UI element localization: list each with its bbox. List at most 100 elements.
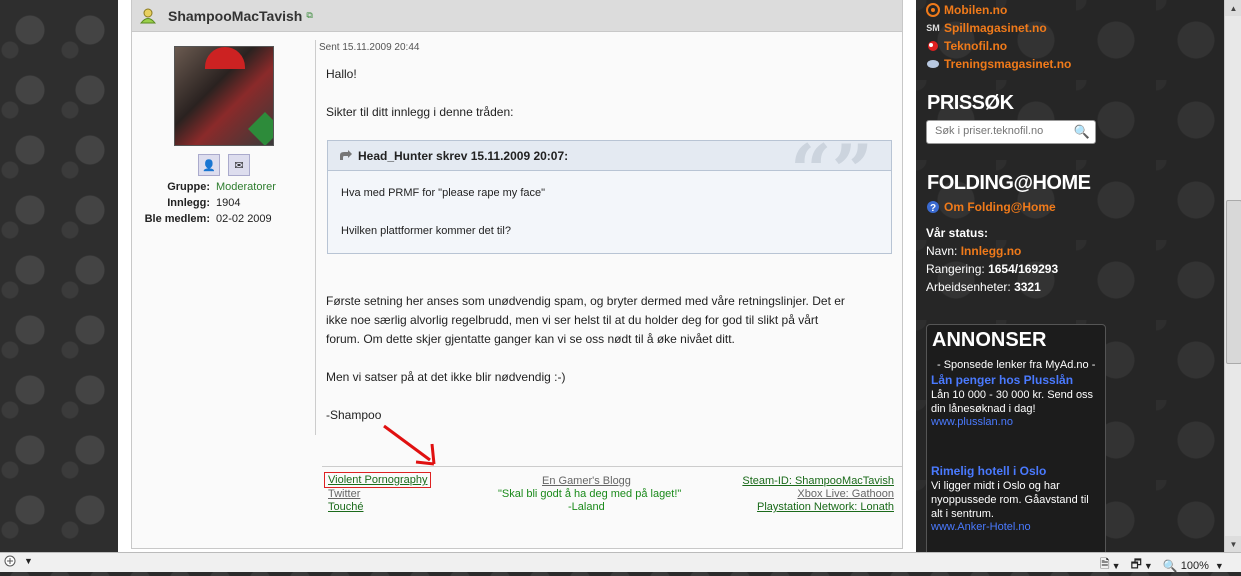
spillmagasinet-icon: SM <box>926 23 940 33</box>
help-icon: ? <box>926 201 940 214</box>
post-header: ShampooMacTavish ⧉ <box>132 0 902 32</box>
prissok-heading: PRISSØK <box>927 92 1014 114</box>
price-search-input[interactable] <box>927 121 1075 141</box>
profile-value-joined: 02-02 2009 <box>216 213 272 225</box>
status-name-value[interactable]: Innlegg.no <box>961 244 1022 258</box>
site-link-mobilen[interactable]: Mobilen.no <box>926 3 1007 17</box>
ad-title[interactable]: Lån penger hos Plusslån <box>931 373 1073 387</box>
status-heading: Vår status: <box>926 226 988 240</box>
compat-view-icon[interactable]: 🗗 <box>1131 555 1142 576</box>
post-paragraph: forum. Om dette skjer gjentatte ganger k… <box>326 332 735 346</box>
scroll-down-icon[interactable]: ▼ <box>1225 536 1241 552</box>
user-profile-panel: 👤 ✉ Gruppe: Moderatorer Innlegg: 1904 Bl… <box>132 32 314 432</box>
post-intro: Sikter til ditt innlegg i denne tråden: <box>326 105 514 119</box>
profile-value-group[interactable]: Moderatorer <box>216 181 276 193</box>
treningsmagasinet-icon <box>926 58 940 70</box>
sent-timestamp: Sent 15.11.2009 20:44 <box>319 42 420 53</box>
signature-link[interactable]: Touché <box>328 501 363 513</box>
send-message-icon[interactable]: ✉ <box>228 154 250 176</box>
quote-mark-icon: “” <box>790 128 873 213</box>
folding-about-label[interactable]: Om Folding@Home <box>944 200 1056 214</box>
avatar[interactable] <box>174 46 274 146</box>
zoom-icon[interactable]: 🔍 <box>1163 559 1178 573</box>
main-content: ShampooMacTavish ⧉ 👤 ✉ Gruppe: Moderator… <box>118 0 916 552</box>
svg-text:?: ? <box>930 203 936 214</box>
status-rank-row: Rangering: 1654/169293 <box>926 262 1058 276</box>
folding-about-link[interactable]: ? Om Folding@Home <box>926 200 1056 214</box>
user-icon <box>140 8 156 23</box>
chevron-down-icon[interactable]: ▼ <box>1112 561 1121 571</box>
signature-link[interactable]: En Gamer's Blogg <box>542 475 631 487</box>
chevron-down-icon[interactable]: ▼ <box>1215 561 1224 571</box>
mobilen-icon <box>926 3 940 17</box>
chevron-down-icon[interactable]: ▼ <box>24 556 33 566</box>
folding-heading: FOLDING@HOME <box>927 172 1091 194</box>
site-link-teknofil[interactable]: Teknofil.no <box>926 39 1007 53</box>
site-link-label[interactable]: Mobilen.no <box>944 3 1007 17</box>
ads-heading: ANNONSER <box>932 329 1047 351</box>
status-units-value: 3321 <box>1014 280 1041 294</box>
red-arrow-annotation <box>383 424 436 466</box>
quote-header: Head_Hunter skrev 15.11.2009 20:07: “” <box>328 135 891 207</box>
price-search-box: 🔍 <box>926 120 1096 144</box>
status-rank-label: Rangering: <box>926 262 985 276</box>
post-username[interactable]: ShampooMacTavish <box>168 8 302 24</box>
signature-link[interactable]: Steam-ID: ShampooMacTavish <box>742 475 894 487</box>
profile-label: Gruppe: <box>167 181 210 193</box>
ad-description: Vi ligger midt i Oslo og har nyoppussede… <box>931 480 1089 520</box>
search-icon[interactable]: 🔍 <box>1074 124 1090 140</box>
post-paragraph: Men vi satser på at det ikke blir nødven… <box>326 370 566 384</box>
quote-author: Head_Hunter skrev 15.11.2009 20:07: <box>358 148 569 163</box>
private-message-post: ShampooMacTavish ⧉ 👤 ✉ Gruppe: Moderator… <box>131 0 903 549</box>
chevron-down-icon[interactable]: ▼ <box>1144 561 1153 571</box>
teknofil-icon <box>926 40 940 52</box>
post-signoff: -Shampoo <box>326 408 382 422</box>
site-link-label[interactable]: Treningsmagasinet.no <box>944 57 1071 71</box>
quote-line: Hva med PRMF for "please rape my face" <box>341 187 546 199</box>
profile-label: Ble medlem: <box>144 213 210 225</box>
page-tools-icon[interactable]: 🗎 <box>1100 555 1110 576</box>
quote-block: Head_Hunter skrev 15.11.2009 20:07: “” H… <box>327 135 892 254</box>
status-bar: ▼ 🗎 ▼ 🗗 ▼ 🔍 100% ▼ <box>0 552 1241 573</box>
ad-description: Lån 10 000 - 30 000 kr. Send oss din lån… <box>931 389 1094 415</box>
status-left-controls[interactable]: ▼ <box>4 555 33 567</box>
signature-quote: "Skal bli godt å ha deg med på laget!" <box>498 488 682 500</box>
scroll-thumb[interactable] <box>1226 200 1241 364</box>
post-greeting: Hallo! <box>326 67 357 81</box>
zoom-level[interactable]: 100% <box>1181 560 1209 572</box>
site-link-label[interactable]: Spillmagasinet.no <box>944 21 1047 35</box>
status-right-controls: 🗎 ▼ 🗗 ▼ 🔍 100% ▼ <box>1100 555 1224 576</box>
scroll-up-icon[interactable]: ▲ <box>1225 0 1241 16</box>
signature-quote-author: -Laland <box>568 501 605 513</box>
signature-link[interactable]: Twitter <box>328 488 360 500</box>
status-name-row: Navn: Innlegg.no <box>926 244 1021 258</box>
ad-url[interactable]: www.plusslan.no <box>931 416 1013 428</box>
status-name-label: Navn: <box>926 244 958 258</box>
add-friend-icon[interactable]: 👤 <box>198 154 220 176</box>
ad-url[interactable]: www.Anker-Hotel.no <box>931 521 1031 533</box>
signature-divider <box>322 466 902 467</box>
profile-value-posts: 1904 <box>216 197 241 209</box>
post-divider <box>315 40 316 435</box>
status-title: Vår status: <box>926 226 989 240</box>
status-units-label: Arbeidsenheter: <box>926 280 1011 294</box>
status-rank-value: 1654/169293 <box>988 262 1059 276</box>
signature-link[interactable]: Xbox Live: Gathoon <box>797 488 894 500</box>
security-status-icon[interactable] <box>4 555 16 567</box>
site-link-treningsmagasinet[interactable]: Treningsmagasinet.no <box>926 57 1071 71</box>
external-link-icon[interactable]: ⧉ <box>306 10 312 21</box>
profile-label: Innlegg: <box>167 197 210 209</box>
signature-link[interactable]: Playstation Network: Lonath <box>757 501 894 513</box>
ads-sponsor: - Sponsede lenker fra MyAd.no - <box>937 359 1096 371</box>
post-paragraph: ikke noe særlig alvorlig regelbrudd, men… <box>326 313 819 327</box>
highlight-box[interactable]: Violent Pornography <box>324 472 432 488</box>
sidebar: Mobilen.no SM Spillmagasinet.no Teknofil… <box>916 0 1224 566</box>
signature-link[interactable]: Violent Pornography <box>324 472 432 488</box>
site-link-label[interactable]: Teknofil.no <box>944 39 1007 53</box>
vertical-scrollbar[interactable]: ▲ ▼ <box>1224 0 1241 552</box>
quote-arrow-icon <box>340 149 352 160</box>
ad-title[interactable]: Rimelig hotell i Oslo <box>931 464 1046 478</box>
site-link-spillmagasinet[interactable]: SM Spillmagasinet.no <box>926 21 1047 35</box>
post-paragraph: Første setning her anses som unødvendig … <box>326 294 845 308</box>
status-units-row: Arbeidsenheter: 3321 <box>926 280 1041 294</box>
